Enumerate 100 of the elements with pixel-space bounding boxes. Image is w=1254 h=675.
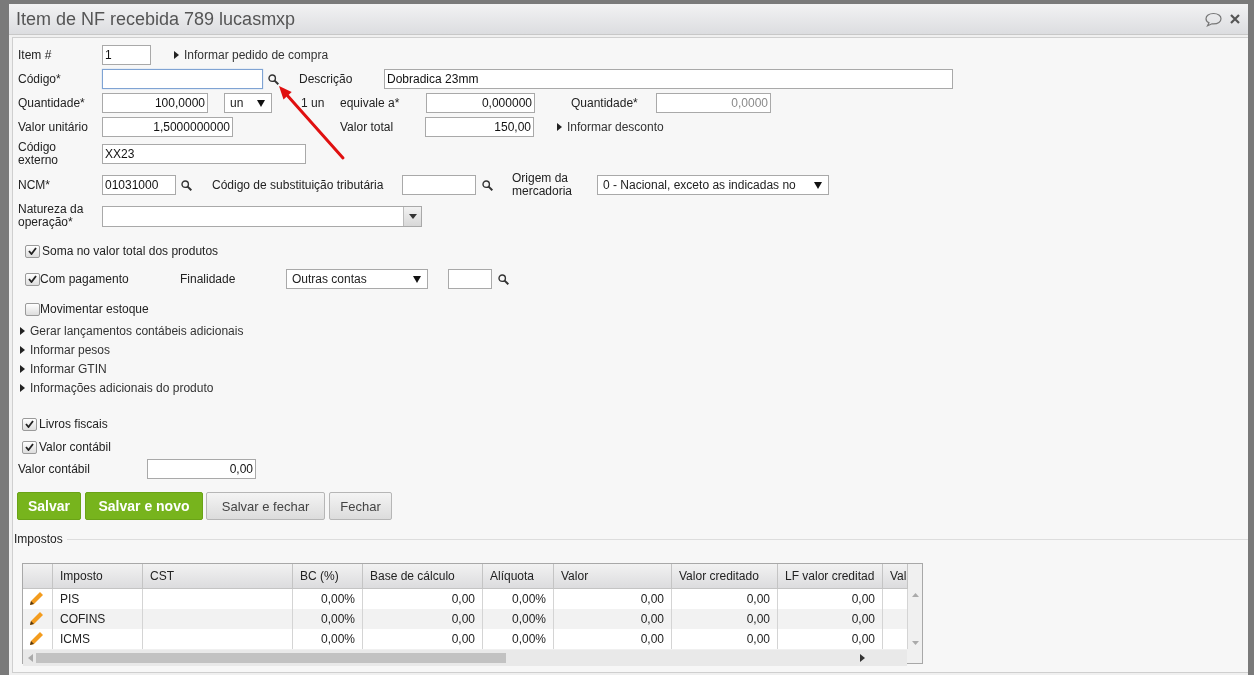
expand-link[interactable]: Informar pedido de compra bbox=[174, 48, 329, 62]
caret-icon bbox=[413, 275, 421, 283]
check-icon bbox=[28, 247, 37, 255]
checkbox-label: Movimentar estoque bbox=[40, 302, 150, 316]
close-icon[interactable] bbox=[1230, 14, 1240, 24]
check-icon bbox=[25, 420, 34, 428]
table-cell: 0,00% bbox=[293, 589, 363, 609]
checkbox[interactable] bbox=[25, 244, 40, 258]
field-label: Quantidade* bbox=[571, 96, 639, 110]
table-cell: 0,00 bbox=[778, 629, 883, 649]
dropdown[interactable]: un bbox=[224, 93, 272, 113]
expand-link[interactable]: Gerar lançamentos contábeis adicionais bbox=[20, 323, 244, 338]
expand-link[interactable]: Informar GTIN bbox=[20, 361, 107, 376]
search-icon[interactable] bbox=[498, 273, 509, 285]
table-cell: 0,00 bbox=[363, 589, 483, 609]
table-cell: 0,00 bbox=[778, 589, 883, 609]
input-field[interactable]: XX23 bbox=[102, 144, 306, 164]
table-cell: ICMS bbox=[53, 629, 143, 649]
check-icon bbox=[25, 443, 34, 451]
field-label: Valor contábil bbox=[18, 462, 91, 476]
field-label: Natureza da operação* bbox=[18, 203, 85, 229]
field-label: NCM* bbox=[18, 178, 51, 192]
caret-icon bbox=[408, 213, 417, 219]
comment-icon[interactable] bbox=[1205, 11, 1222, 27]
table-cell: 0,00 bbox=[672, 589, 778, 609]
field-label: Descrição bbox=[299, 72, 354, 86]
checkbox[interactable] bbox=[22, 440, 37, 454]
pencil-icon[interactable] bbox=[28, 611, 44, 627]
column-header: Imposto bbox=[53, 564, 143, 589]
table-cell: 0,00% bbox=[483, 629, 554, 649]
column-header bbox=[23, 564, 53, 589]
column-header: LF valor creditad bbox=[778, 564, 883, 589]
field-label: Finalidade bbox=[180, 272, 237, 286]
expand-link[interactable]: Informações adicionais do produto bbox=[20, 380, 214, 395]
caret-icon bbox=[814, 181, 822, 189]
checkbox[interactable] bbox=[22, 417, 37, 431]
checkbox-label: Livros fiscais bbox=[39, 417, 109, 431]
pencil-icon[interactable] bbox=[28, 591, 44, 607]
table-cell: 0,00 bbox=[554, 589, 672, 609]
field-label: Valor total bbox=[340, 120, 395, 134]
checkbox[interactable] bbox=[25, 302, 40, 316]
button[interactable]: Salvar e fechar bbox=[206, 492, 325, 520]
section-title: Impostos bbox=[14, 532, 63, 546]
checkbox[interactable] bbox=[25, 272, 40, 286]
input-field[interactable]: 150,00 bbox=[425, 117, 534, 137]
pencil-icon[interactable] bbox=[28, 631, 44, 647]
scroll-right-icon[interactable] bbox=[860, 654, 865, 662]
expand-icon bbox=[20, 345, 25, 354]
input-field[interactable]: 100,0000 bbox=[102, 93, 208, 113]
input-field[interactable] bbox=[448, 269, 492, 289]
field-label: Valor unitário bbox=[18, 120, 89, 134]
field-label: Código* bbox=[18, 72, 62, 86]
expand-icon bbox=[20, 364, 25, 373]
scrollbar-thumb[interactable] bbox=[36, 653, 506, 663]
expand-icon bbox=[557, 123, 562, 131]
expand-icon bbox=[20, 383, 25, 392]
field-label: Código de substituição tributária bbox=[212, 178, 385, 192]
table-cell: 0,00 bbox=[554, 629, 672, 649]
window-title: Item de NF recebida 789 lucasmxp bbox=[16, 8, 297, 30]
field-label: Código externo bbox=[18, 141, 60, 167]
search-icon[interactable] bbox=[181, 179, 192, 191]
expand-link[interactable]: Informar desconto bbox=[557, 120, 664, 134]
check-icon bbox=[28, 275, 37, 283]
input-field[interactable] bbox=[102, 69, 263, 89]
input-field[interactable] bbox=[402, 175, 476, 195]
input-field[interactable]: 1,5000000000 bbox=[102, 117, 233, 137]
checkbox-label: Com pagamento bbox=[40, 272, 130, 286]
field-label: Origem da mercadoria bbox=[512, 172, 574, 198]
dropdown[interactable]: Outras contas bbox=[286, 269, 428, 289]
column-header: CST bbox=[143, 564, 293, 589]
column-header: Valor creditado bbox=[672, 564, 778, 589]
column-header: Valor bbox=[554, 564, 672, 589]
column-header: Base de cálculo bbox=[363, 564, 483, 589]
caret-icon bbox=[257, 99, 265, 107]
input-field[interactable]: 0,00 bbox=[147, 459, 256, 479]
expand-link[interactable]: Informar pesos bbox=[20, 342, 111, 357]
table-cell: 0,00 bbox=[363, 629, 483, 649]
search-icon[interactable] bbox=[268, 73, 279, 85]
expand-icon bbox=[20, 326, 25, 335]
column-header: BC (%) bbox=[293, 564, 363, 589]
dropdown[interactable] bbox=[102, 205, 422, 227]
column-header: Alíquota bbox=[483, 564, 554, 589]
field-label: Item # bbox=[18, 48, 53, 62]
button[interactable]: Fechar bbox=[329, 492, 392, 520]
dropdown[interactable]: 0 - Nacional, exceto as indicadas no bbox=[597, 175, 829, 195]
table-cell: PIS bbox=[53, 589, 143, 609]
table-cell: 0,00 bbox=[672, 629, 778, 649]
unit-text: 1 un bbox=[301, 96, 326, 110]
column-header: Val bbox=[883, 564, 908, 589]
search-icon[interactable] bbox=[482, 179, 493, 191]
field-label: Quantidade* bbox=[18, 96, 86, 110]
expand-icon bbox=[174, 51, 179, 59]
table-cell: 0,00% bbox=[293, 629, 363, 649]
input-field[interactable]: 1 bbox=[102, 45, 151, 65]
input-field[interactable]: 01031000 bbox=[102, 175, 176, 195]
table-cell: 0,00% bbox=[483, 589, 554, 609]
checkbox-label: Soma no valor total dos produtos bbox=[42, 244, 220, 258]
field-label: equivale a* bbox=[340, 96, 401, 110]
input-field[interactable]: Dobradica 23mm bbox=[384, 69, 953, 89]
input-field[interactable]: 0,000000 bbox=[426, 93, 535, 113]
